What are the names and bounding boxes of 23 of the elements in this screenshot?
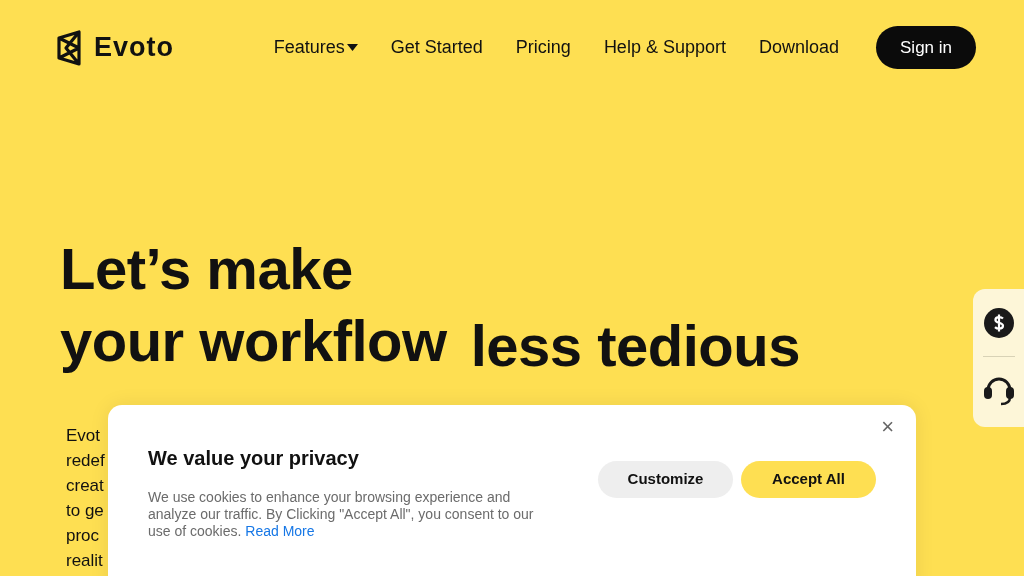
- hero-heading-line: Let’s make: [60, 240, 354, 298]
- dollar-icon[interactable]: [983, 308, 1014, 338]
- body-text-fragment: redef: [66, 450, 105, 472]
- nav-link[interactable]: Features: [273, 34, 358, 61]
- body-text-fragment: realit: [66, 550, 104, 572]
- body-text-fragment: proc: [66, 525, 101, 547]
- brand-name[interactable]: Evoto: [94, 27, 174, 68]
- body-text-fragment: Evot: [66, 425, 102, 447]
- body-text-fragment: to ge: [66, 500, 105, 522]
- close-button[interactable]: ×: [875, 415, 900, 439]
- read-more-link[interactable]: Read More: [245, 523, 315, 539]
- customize-button[interactable]: Customize: [598, 461, 733, 498]
- nav-link[interactable]: Pricing: [515, 34, 571, 61]
- logo-icon[interactable]: [56, 29, 82, 66]
- nav-link[interactable]: Download: [758, 34, 839, 61]
- accept-all-button[interactable]: Accept All: [741, 461, 876, 498]
- body-text-fragment: creat: [66, 475, 105, 497]
- nav-link[interactable]: Help & Support: [603, 34, 726, 61]
- dialog-title: We value your privacy: [148, 446, 360, 471]
- sign-in-button[interactable]: Sign in: [876, 25, 976, 70]
- nav-link[interactable]: Get Started: [390, 34, 483, 61]
- cookie-message: We use cookies to enhance your browsing experience and analyze our traffic. By Clicking "Accept All", you consent to our use of cookies. Read More: [148, 489, 535, 540]
- hero-heading-line: less tedious: [470, 317, 800, 375]
